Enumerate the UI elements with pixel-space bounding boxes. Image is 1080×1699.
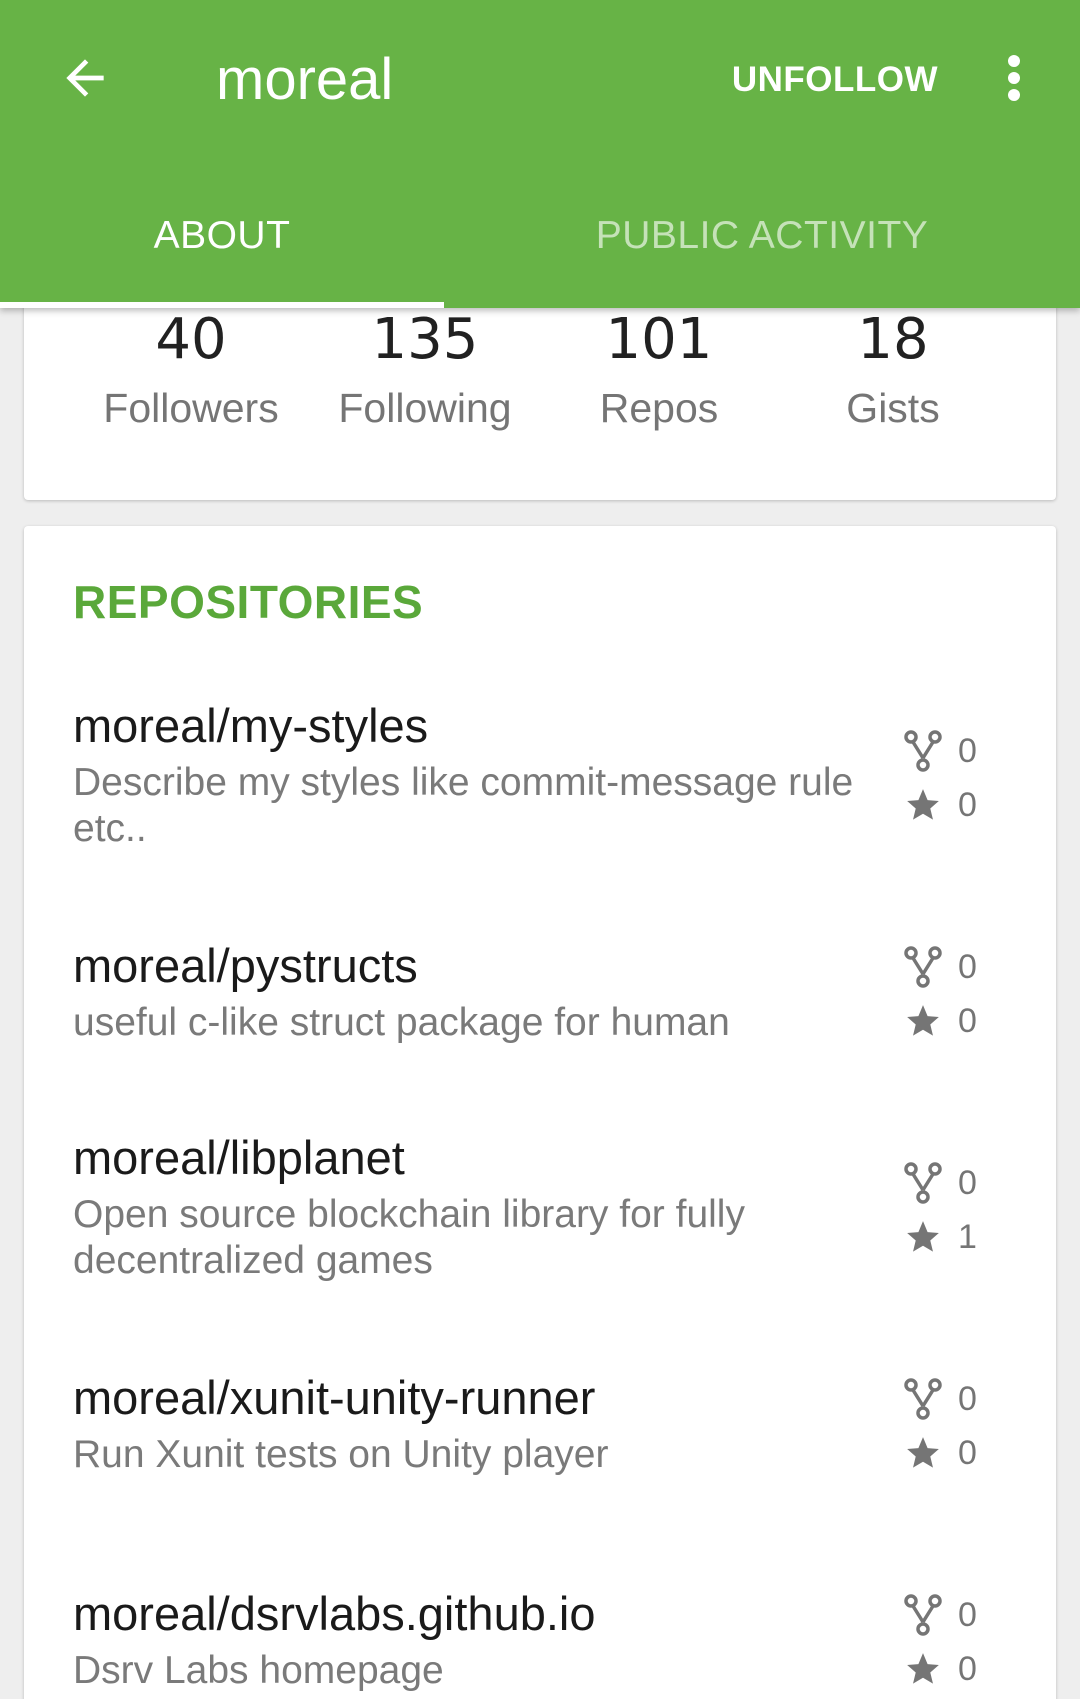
- section-title: REPOSITORIES: [73, 576, 424, 628]
- fork-count-value: 0: [958, 948, 977, 986]
- fork-count-value: 0: [958, 732, 977, 770]
- page-title: moreal: [216, 47, 394, 112]
- repo-description: useful c-like struct package for human: [73, 1001, 730, 1044]
- fork-count-value: 0: [958, 1164, 977, 1202]
- star-icon: [904, 1650, 942, 1688]
- fork-icon: [904, 946, 942, 988]
- repo-item[interactable]: moreal/dsrvlabs.github.io Dsrv Labs home…: [73, 1584, 1023, 1694]
- star-icon: [904, 1434, 942, 1472]
- star-icon: [904, 786, 942, 824]
- star-count-value: 1: [958, 1218, 977, 1256]
- user-profile-screen: 40 Followers 135 Following 101 Repos 18 …: [0, 0, 1080, 1699]
- stat-value: 101: [605, 307, 713, 372]
- back-button[interactable]: [45, 40, 125, 120]
- stat-value: 18: [857, 307, 929, 372]
- star-count-value: 0: [958, 1434, 977, 1472]
- star-count: 0: [904, 1642, 994, 1696]
- overflow-menu-button[interactable]: [984, 48, 1044, 112]
- repo-stats: 0 0: [904, 724, 994, 832]
- star-icon: [904, 1002, 942, 1040]
- tab-public-activity[interactable]: PUBLIC ACTIVITY: [444, 196, 1080, 276]
- repo-name: moreal/libplanet: [73, 1131, 405, 1184]
- fork-count: 0: [904, 724, 994, 778]
- star-icon: [904, 1218, 942, 1256]
- fork-count: 0: [904, 1372, 994, 1426]
- repo-name: moreal/dsrvlabs.github.io: [73, 1587, 596, 1640]
- repo-description: Describe my styles like commit-message r…: [73, 761, 854, 850]
- stat-gists[interactable]: 18 Gists: [776, 306, 1010, 438]
- app-bar: moreal UNFOLLOW ABOUT PUBLIC ACTIVITY: [0, 0, 1080, 308]
- fork-count: 0: [904, 1156, 994, 1210]
- unfollow-button[interactable]: UNFOLLOW: [732, 56, 938, 104]
- repo-item[interactable]: moreal/xunit-unity-runner Run Xunit test…: [73, 1368, 1023, 1478]
- repo-stats: 0 0: [904, 940, 994, 1048]
- star-count: 0: [904, 1426, 994, 1480]
- fork-count: 0: [904, 1588, 994, 1642]
- arrow-left-icon: [57, 50, 113, 111]
- repo-name: moreal/xunit-unity-runner: [73, 1371, 596, 1424]
- stat-value: 40: [155, 307, 227, 372]
- stat-followers[interactable]: 40 Followers: [74, 306, 308, 438]
- tab-bar: ABOUT PUBLIC ACTIVITY: [0, 196, 1080, 308]
- stat-following[interactable]: 135 Following: [308, 306, 542, 438]
- repo-stats: 0 0: [904, 1588, 994, 1696]
- repo-name: moreal/my-styles: [73, 699, 429, 752]
- fork-icon: [904, 730, 942, 772]
- stat-repos[interactable]: 101 Repos: [542, 306, 776, 438]
- star-count-value: 0: [958, 1650, 977, 1688]
- stat-label: Repos: [599, 385, 719, 431]
- star-count: 0: [904, 778, 994, 832]
- tab-about[interactable]: ABOUT: [0, 196, 444, 276]
- repo-stats: 0 1: [904, 1156, 994, 1264]
- stat-label: Gists: [846, 385, 940, 431]
- repo-description: Open source blockchain library for fully…: [73, 1193, 745, 1282]
- repo-description: Run Xunit tests on Unity player: [73, 1433, 609, 1476]
- fork-icon: [904, 1594, 942, 1636]
- fork-icon: [904, 1378, 942, 1420]
- repo-item[interactable]: moreal/my-styles Describe my styles like…: [73, 696, 1023, 852]
- repo-stats: 0 0: [904, 1372, 994, 1480]
- fork-count: 0: [904, 940, 994, 994]
- fork-count-value: 0: [958, 1380, 977, 1418]
- fork-icon: [904, 1162, 942, 1204]
- star-count: 1: [904, 1210, 994, 1264]
- stat-label: Followers: [103, 385, 279, 431]
- fork-count-value: 0: [958, 1596, 977, 1634]
- repo-item[interactable]: moreal/pystructs useful c-like struct pa…: [73, 936, 1023, 1046]
- star-count-value: 0: [958, 786, 977, 824]
- tab-indicator: [0, 302, 444, 308]
- stats-row: 40 Followers 135 Following 101 Repos 18 …: [74, 306, 1010, 438]
- repo-name: moreal/pystructs: [73, 939, 418, 992]
- stat-value: 135: [371, 307, 479, 372]
- more-vert-icon: [1004, 53, 1024, 108]
- repo-description: Dsrv Labs homepage: [73, 1649, 444, 1692]
- repositories-card: REPOSITORIES moreal/my-styles Describe m…: [24, 526, 1056, 1699]
- star-count: 0: [904, 994, 994, 1048]
- repo-item[interactable]: moreal/libplanet Open source blockchain …: [73, 1128, 1023, 1284]
- stat-label: Following: [338, 385, 512, 431]
- star-count-value: 0: [958, 1002, 977, 1040]
